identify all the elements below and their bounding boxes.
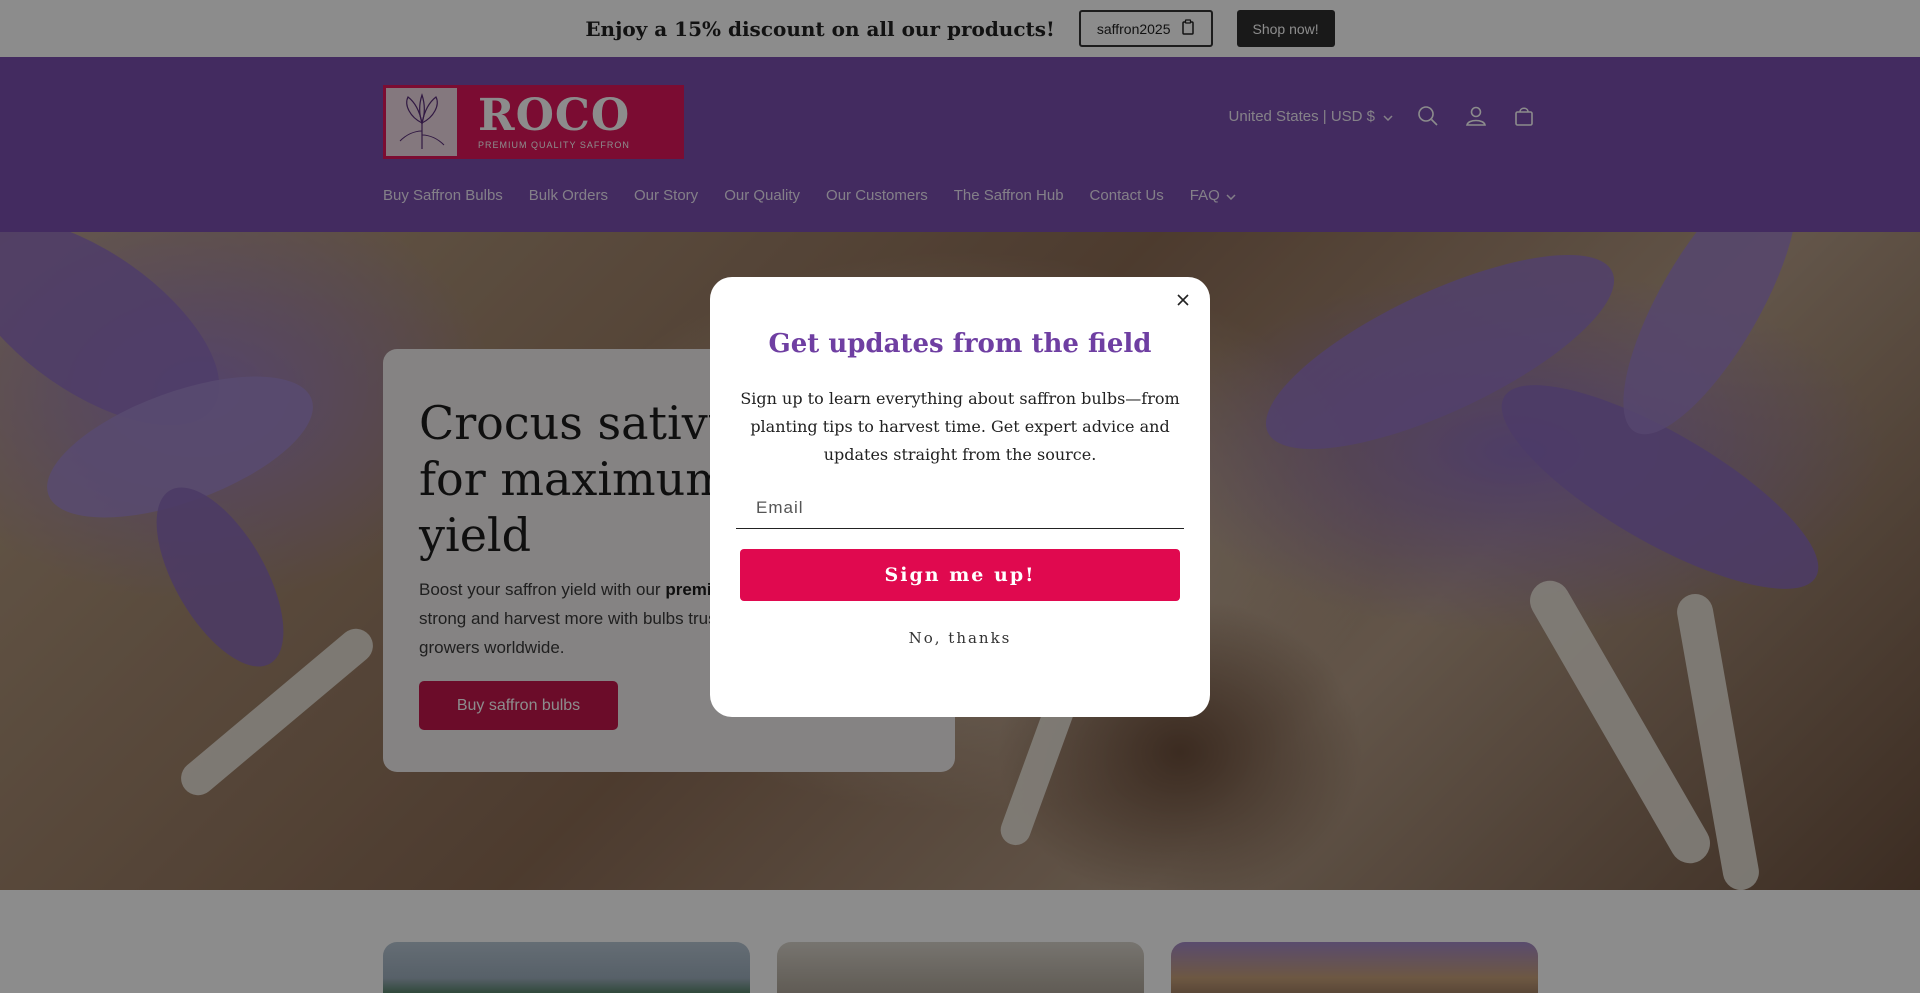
close-icon[interactable] xyxy=(1170,287,1196,313)
sign-up-button[interactable]: Sign me up! xyxy=(740,549,1180,601)
newsletter-modal: Get updates from the field Sign up to le… xyxy=(710,277,1210,717)
modal-title: Get updates from the field xyxy=(768,329,1152,359)
no-thanks-button[interactable]: No, thanks xyxy=(710,629,1210,647)
modal-description: Sign up to learn everything about saffro… xyxy=(740,389,1180,464)
email-field[interactable] xyxy=(736,487,1184,529)
